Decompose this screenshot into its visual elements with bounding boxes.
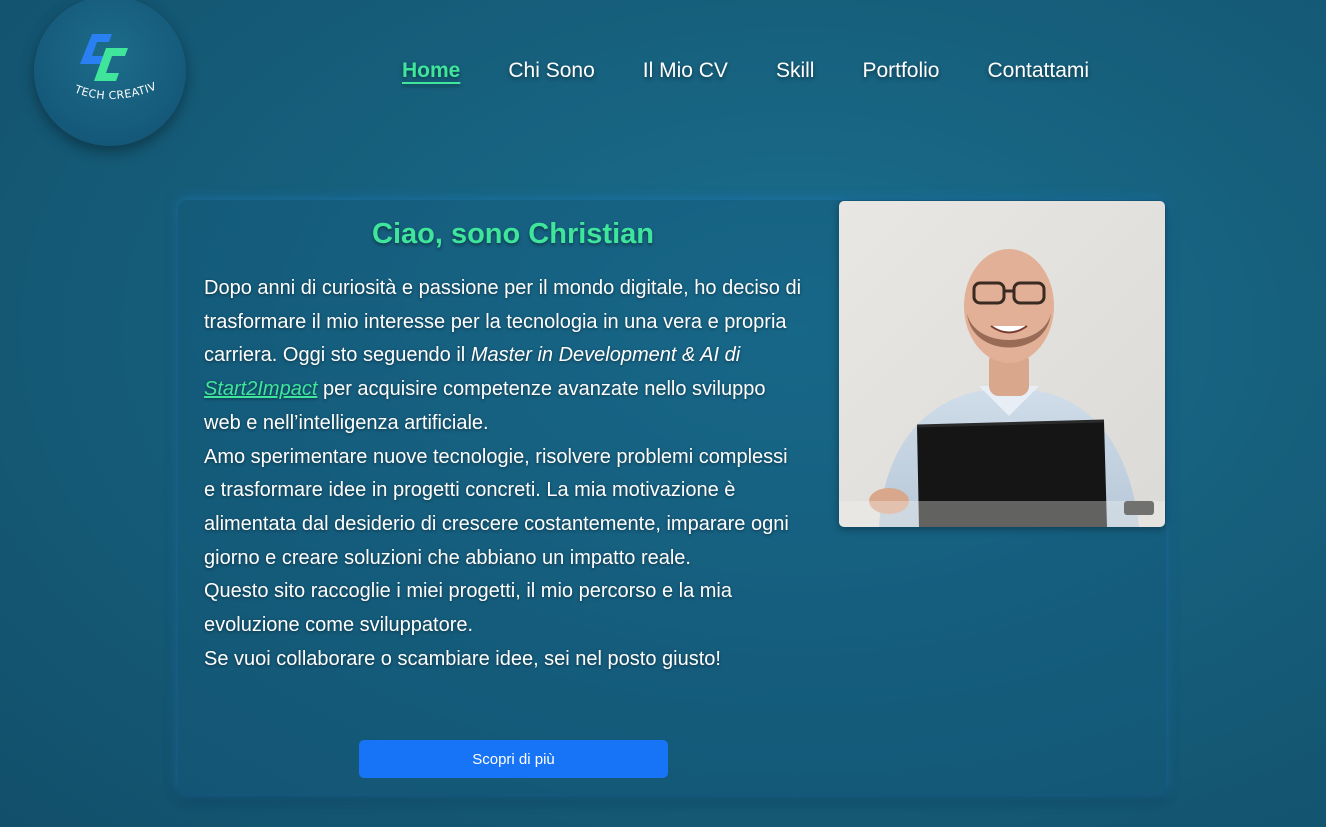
hero-bio: Dopo anni di curiosità e passione per il…: [204, 272, 804, 676]
bio-paragraph-3: Questo sito raccoglie i miei progetti, i…: [204, 580, 732, 637]
nav-chi-sono[interactable]: Chi Sono: [508, 59, 594, 83]
logo-tagline: TECH CREATIVE: [34, 0, 158, 102]
nav-home[interactable]: Home: [402, 59, 460, 83]
start2impact-link[interactable]: Start2Impact: [204, 378, 317, 400]
nav-il-mio-cv[interactable]: Il Mio CV: [643, 59, 728, 83]
nav-skill[interactable]: Skill: [776, 59, 815, 83]
nav-contattami[interactable]: Contattami: [988, 59, 1090, 83]
scopri-di-piu-button[interactable]: Scopri di più: [359, 740, 668, 778]
main-nav: Home Chi Sono Il Mio CV Skill Portfolio …: [402, 56, 1089, 86]
logo-mark: TECH CREATIVE: [34, 0, 158, 102]
hero-greeting: Ciao, sono Christian: [372, 218, 654, 250]
bio-paragraph-4: Se vuoi collaborare o scambiare idee, se…: [204, 647, 721, 670]
nav-portfolio[interactable]: Portfolio: [862, 59, 939, 83]
logo[interactable]: TECH CREATIVE: [34, 0, 186, 146]
bio-paragraph-1: Dopo anni di curiosità e passione per il…: [204, 277, 802, 434]
bio-paragraph-2: Amo sperimentare nuove tecnologie, risol…: [204, 445, 789, 569]
profile-photo: [839, 201, 1165, 527]
